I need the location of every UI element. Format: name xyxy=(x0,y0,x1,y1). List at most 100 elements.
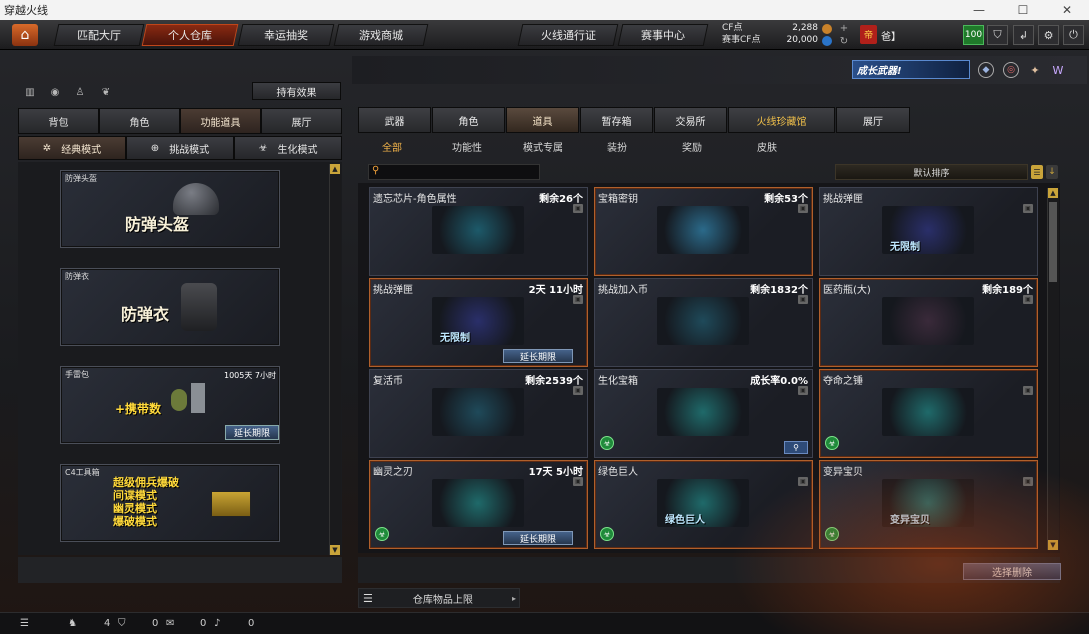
lock-icon[interactable]: ▣ xyxy=(798,295,808,304)
item-card[interactable]: 挑战加入币 剩余1832个 ▣ xyxy=(594,278,813,367)
item-card[interactable]: 幽灵之刃 17天 5小时 ▣ ☣ 延长期限 xyxy=(369,460,588,549)
target-icon[interactable]: ◎ xyxy=(1003,62,1019,78)
magnify-icon[interactable]: ⚲ xyxy=(784,441,808,454)
toolbox-icon xyxy=(211,491,251,517)
home-icon[interactable]: ⌂ xyxy=(12,24,38,46)
vest-icon xyxy=(181,283,217,331)
item-card[interactable]: 遗忘芯片-角色属性 剩余26个 ▣ xyxy=(369,187,588,276)
gear-icon[interactable]: ⚙ xyxy=(1038,25,1059,45)
tab-right-showroom[interactable]: 展厅 xyxy=(836,107,910,133)
subtab-all[interactable]: 全部 xyxy=(382,139,402,154)
exit-room-icon[interactable]: ↲ xyxy=(1013,25,1034,45)
tab-roles[interactable]: 角色 xyxy=(432,107,505,133)
select-delete-button[interactable]: 选择删除 xyxy=(963,563,1061,580)
scroll-up-icon[interactable]: ▲ xyxy=(330,164,340,174)
mode-challenge[interactable]: ⊕ 挑战模式 xyxy=(126,136,234,160)
scroll-down-icon[interactable]: ▼ xyxy=(1048,540,1058,550)
lock-icon[interactable]: ▣ xyxy=(573,386,583,395)
extend-button[interactable]: 延长期限 xyxy=(225,425,279,440)
sort-dropdown[interactable]: 默认排序 xyxy=(835,164,1028,180)
tab-character[interactable]: 角色 xyxy=(99,108,180,134)
c4-toolbox-card[interactable]: C4工具箱 超级佣兵爆破 间谍模式 幽灵模式 爆破模式 xyxy=(60,464,280,542)
item-card[interactable]: 生化宝箱 成长率0.0% ▣ ☣ ⚲ xyxy=(594,369,813,458)
item-card[interactable]: 宝箱密钥 剩余53个 ▣ xyxy=(594,187,813,276)
subtab-skins[interactable]: 皮肤 xyxy=(757,139,777,154)
tab-backpack[interactable]: 背包 xyxy=(18,108,99,134)
scroll-down-icon[interactable]: ▼ xyxy=(330,545,340,555)
lock-icon[interactable]: ▣ xyxy=(798,477,808,486)
add-cf-icon[interactable]: + xyxy=(838,22,850,34)
item-card[interactable]: 绿色巨人 ▣ 绿色巨人 ☣ xyxy=(594,460,813,549)
tab-lucky-draw[interactable]: 幸运抽奖 xyxy=(237,24,335,46)
lock-icon[interactable]: ▣ xyxy=(1023,386,1033,395)
emblem-icon[interactable]: ◆ xyxy=(978,62,994,78)
right-scrollbar[interactable]: ▲ ▼ xyxy=(1047,188,1059,550)
lock-icon[interactable]: ▣ xyxy=(573,477,583,486)
players-icon[interactable]: ♞ xyxy=(68,618,77,629)
tab-battle-pass[interactable]: 火线通行证 xyxy=(517,24,619,46)
subtab-mode-exclusive[interactable]: 模式专属 xyxy=(523,139,563,154)
shield-icon[interactable]: ⛉ xyxy=(987,25,1008,45)
lock-icon[interactable]: ▣ xyxy=(798,386,808,395)
growth-weapon-banner[interactable]: 成长武器! xyxy=(852,60,970,79)
wing-icon[interactable]: ✦ xyxy=(1027,62,1043,78)
item-status: 剩余189个 xyxy=(982,285,1033,296)
tab-game-store[interactable]: 游戏商城 xyxy=(333,24,429,46)
ranking-icon[interactable]: ▥ xyxy=(22,84,38,100)
left-scrollbar[interactable]: ▲ ▼ xyxy=(329,164,341,555)
tab-collection[interactable]: 火线珍藏馆 xyxy=(728,107,835,133)
minimize-button[interactable]: — xyxy=(957,0,1001,20)
item-card[interactable]: 医药瓶(大) 剩余189个 ▣ xyxy=(819,278,1038,367)
close-button[interactable]: ✕ xyxy=(1045,0,1089,20)
chat-icon[interactable]: ✉ xyxy=(166,618,174,629)
lock-icon[interactable]: ▣ xyxy=(1023,204,1033,213)
mode-zombie[interactable]: ☣ 生化模式 xyxy=(234,136,342,160)
subtab-cosmetic[interactable]: 装扮 xyxy=(607,139,627,154)
item-card[interactable]: 挑战弹匣 ▣ 无限制 xyxy=(819,187,1038,276)
tab-exchange[interactable]: 交易所 xyxy=(654,107,727,133)
lock-icon[interactable]: ▣ xyxy=(573,295,583,304)
subtab-rewards[interactable]: 奖励 xyxy=(682,139,702,154)
item-card[interactable]: 夺命之锤 ▣ ☣ xyxy=(819,369,1038,458)
tab-match-lobby[interactable]: 匹配大厅 xyxy=(53,24,145,46)
power-icon[interactable]: ⏻ xyxy=(1063,25,1084,45)
scroll-up-icon[interactable]: ▲ xyxy=(1048,188,1058,198)
tab-event-center[interactable]: 赛事中心 xyxy=(617,24,709,46)
armor-card[interactable]: 防弹衣 防弹衣 xyxy=(60,268,280,346)
cycle-icon[interactable]: ◉ xyxy=(47,84,63,100)
lock-icon[interactable]: ▣ xyxy=(1023,295,1033,304)
storage-limit-bar[interactable]: ☰ 仓库物品上限 ▸ xyxy=(358,588,520,608)
gift-icon[interactable]: ❦ xyxy=(98,84,114,100)
lock-icon[interactable]: ▣ xyxy=(1023,477,1033,486)
speaker-icon[interactable]: ♪ xyxy=(214,618,220,629)
extend-button[interactable]: 延长期限 xyxy=(503,349,573,363)
sort-order-icon[interactable]: ↓ xyxy=(1046,165,1058,179)
character-icon[interactable]: ♙ xyxy=(72,84,88,100)
item-card[interactable]: 变异宝贝 ▣ 变异宝贝 ☣ xyxy=(819,460,1038,549)
subtab-functional[interactable]: 功能性 xyxy=(452,139,482,154)
mode-classic[interactable]: ✲ 经典模式 xyxy=(18,136,126,160)
lock-icon[interactable]: ▣ xyxy=(573,204,583,213)
extend-button[interactable]: 延长期限 xyxy=(503,531,573,545)
item-card[interactable]: 挑战弹匣 2天 11小时 ▣ 无限制 延长期限 xyxy=(369,278,588,367)
menu-icon[interactable]: ☰ xyxy=(20,618,29,629)
search-input[interactable] xyxy=(387,166,537,178)
v-badge-icon[interactable]: W xyxy=(1050,62,1066,78)
scroll-thumb[interactable] xyxy=(1049,202,1057,282)
refresh-icon[interactable]: ↻ xyxy=(838,35,850,47)
maximize-button[interactable]: ☐ xyxy=(1001,0,1045,20)
tab-functional-items[interactable]: 功能道具 xyxy=(180,108,261,134)
list-view-icon[interactable]: ☰ xyxy=(1031,165,1043,179)
item-card[interactable]: 复活币 剩余2539个 ▣ xyxy=(369,369,588,458)
tab-temp-box[interactable]: 暂存箱 xyxy=(580,107,653,133)
tab-weapons[interactable]: 武器 xyxy=(358,107,431,133)
tab-items[interactable]: 道具 xyxy=(506,107,579,133)
search-box[interactable]: ⚲ xyxy=(368,164,540,180)
tab-showroom[interactable]: 展厅 xyxy=(261,108,342,134)
grenade-bag-card[interactable]: 手雷包 1005天 7小时 +携带数 延长期限 xyxy=(60,366,280,444)
effects-button[interactable]: 持有效果 xyxy=(252,82,341,100)
tab-personal-storage[interactable]: 个人仓库 xyxy=(141,24,239,46)
lock-icon[interactable]: ▣ xyxy=(798,204,808,213)
shield-small-icon[interactable]: ⛉ xyxy=(118,618,126,629)
helmet-card[interactable]: 防弹头盔 防弹头盔 xyxy=(60,170,280,248)
